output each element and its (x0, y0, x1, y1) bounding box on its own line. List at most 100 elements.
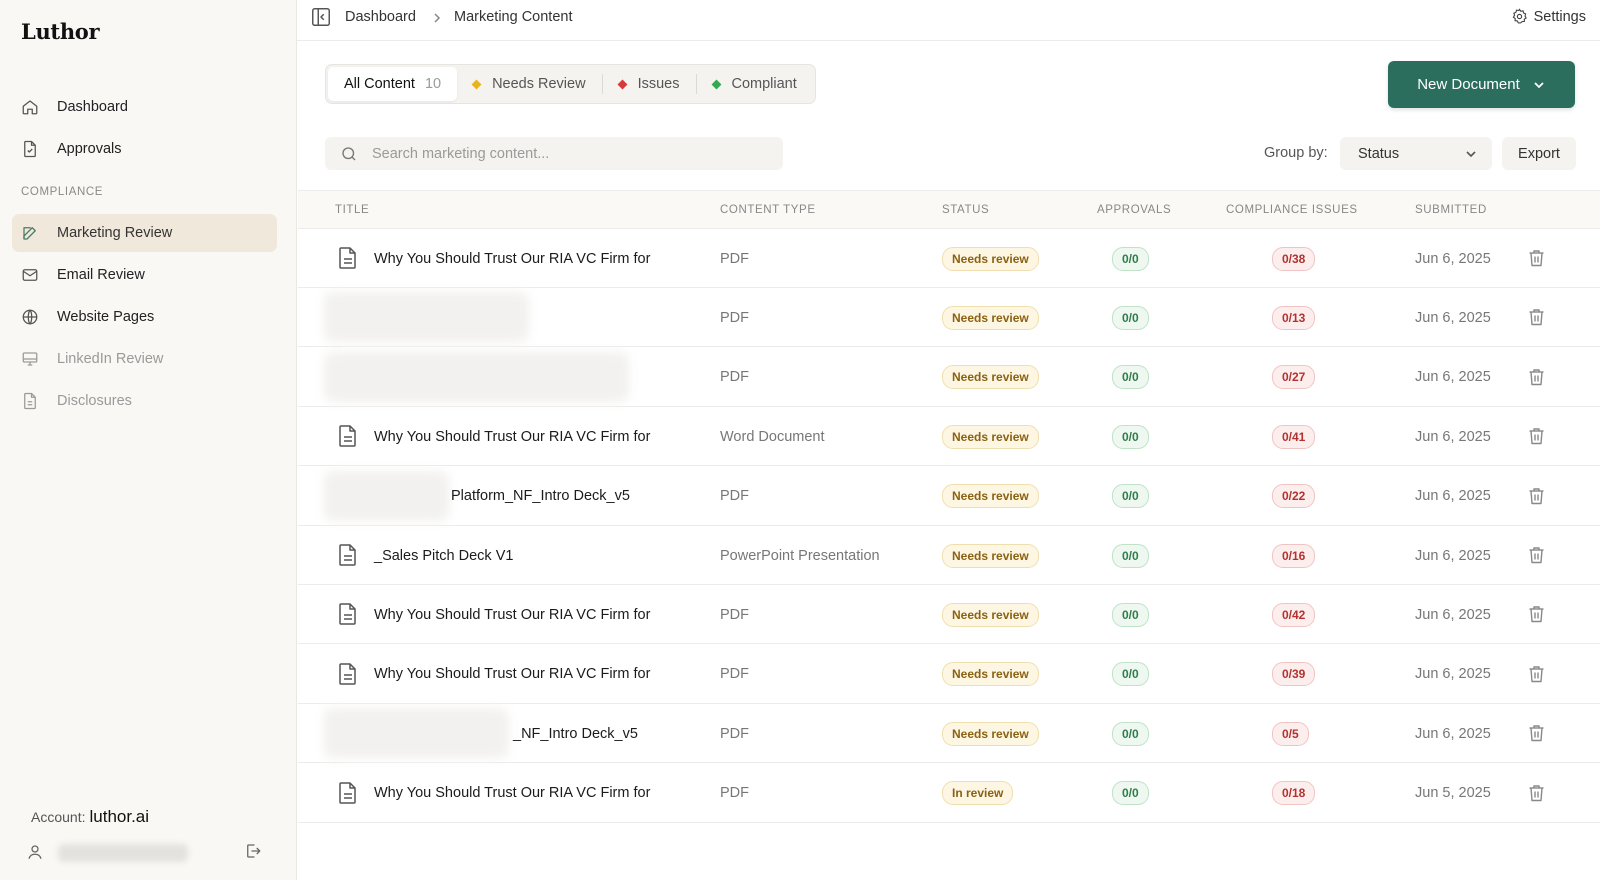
redacted-title (324, 708, 509, 759)
content-type: PDF (720, 309, 749, 326)
table-row[interactable]: _NF_Intro Deck_v5 PDF Needs review 0/0 0/5 Ju… (298, 704, 1600, 764)
table-row[interactable]: Platform_NF_Intro Deck_v5 PDF Needs review… (298, 467, 1600, 526)
submitted-date: Jun 6, 2025 (1415, 666, 1491, 683)
breadcrumb-dashboard[interactable]: Dashboard (345, 9, 416, 25)
compliance-issues-badge: 0/5 (1272, 721, 1309, 746)
sidebar-item-label: Website Pages (57, 309, 155, 325)
submitted-date: Jun 5, 2025 (1415, 785, 1491, 802)
trash-icon[interactable] (1528, 605, 1545, 626)
trash-icon[interactable] (1528, 249, 1545, 270)
group-by-select[interactable]: Status (1340, 137, 1492, 170)
tab-label: All Content (344, 76, 415, 92)
trash-icon[interactable] (1528, 427, 1545, 448)
document-title[interactable]: _Sales Pitch Deck V1 (374, 526, 513, 585)
content-type: PDF (720, 666, 749, 683)
approvals-badge: 0/0 (1112, 662, 1149, 687)
compliance-issues-badge: 0/39 (1272, 662, 1316, 687)
table-row[interactable]: Why You Should Trust Our RIA VC Firm for… (298, 407, 1600, 467)
mail-icon (19, 264, 41, 286)
approvals-badge: 0/0 (1112, 721, 1149, 746)
approvals-badge: 0/0 (1112, 484, 1149, 509)
logout-icon[interactable] (244, 842, 262, 863)
content-type: PDF (720, 785, 749, 802)
tab-needs-review[interactable]: Needs Review (457, 67, 602, 101)
sidebar-item-dashboard[interactable]: Dashboard (12, 88, 277, 126)
submitted-date: Jun 6, 2025 (1415, 547, 1491, 564)
sidebar-item-website-pages[interactable]: Website Pages (12, 298, 277, 336)
status-badge: In review (942, 781, 1014, 806)
table-row[interactable]: PDF Needs review 0/0 0/27 Jun 6, 2025 (298, 348, 1600, 407)
trash-icon[interactable] (1528, 665, 1545, 686)
document-title[interactable]: Why You Should Trust Our RIA VC Firm for (374, 645, 650, 704)
content-type: PDF (720, 725, 749, 742)
sidebar-item-marketing-review[interactable]: Marketing Review (12, 214, 277, 252)
file-icon (338, 247, 358, 272)
search-icon (342, 146, 356, 160)
document-title[interactable]: Why You Should Trust Our RIA VC Firm for (374, 407, 650, 466)
table-row[interactable]: Why You Should Trust Our RIA VC Firm for… (298, 585, 1600, 645)
sidebar-item-email-review[interactable]: Email Review (12, 256, 277, 294)
status-badge: Needs review (942, 543, 1039, 568)
table-row[interactable]: Why You Should Trust Our RIA VC Firm for… (298, 229, 1600, 288)
column-header-title[interactable]: TITLE (335, 204, 369, 216)
chevron-down-icon (1534, 81, 1544, 88)
table-row[interactable]: PDF Needs review 0/0 0/13 Jun 6, 2025 (298, 288, 1600, 348)
trash-icon[interactable] (1528, 487, 1545, 508)
content-type: PDF (720, 250, 749, 267)
monitor-icon (19, 348, 41, 370)
sidebar-toggle-icon[interactable] (310, 6, 332, 31)
status-badge: Needs review (942, 424, 1039, 449)
trash-icon[interactable] (1528, 308, 1545, 329)
sidebar-item-linkedin-review[interactable]: LinkedIn Review (12, 340, 277, 378)
sidebar-item-approvals[interactable]: Approvals (12, 130, 277, 168)
status-badge: Needs review (942, 602, 1039, 627)
document-title[interactable]: _NF_Intro Deck_v5 (513, 704, 638, 763)
settings-button[interactable]: Settings (1511, 8, 1586, 25)
status-badge: Needs review (942, 365, 1039, 390)
trash-icon[interactable] (1528, 784, 1545, 805)
column-header-content-type[interactable]: CONTENT TYPE (720, 204, 816, 216)
red-diamond-icon (617, 79, 628, 89)
compliance-issues-badge: 0/38 (1272, 246, 1316, 271)
section-label-compliance: COMPLIANCE (21, 186, 104, 198)
column-header-submitted[interactable]: SUBMITTED (1415, 204, 1487, 216)
user-row (26, 838, 276, 868)
topbar: Dashboard Marketing Content Settings (297, 0, 1600, 41)
document-title[interactable]: Why You Should Trust Our RIA VC Firm for (374, 585, 650, 644)
new-document-button[interactable]: New Document (1388, 61, 1575, 108)
sidebar-item-label: Marketing Review (57, 225, 173, 241)
search-input[interactable] (372, 145, 752, 162)
table-row[interactable]: _Sales Pitch Deck V1 PowerPoint Presentat… (298, 526, 1600, 585)
trash-icon[interactable] (1528, 368, 1545, 389)
new-document-label: New Document (1417, 76, 1520, 93)
file-icon (338, 544, 358, 569)
content-type: PDF (720, 606, 749, 623)
export-button[interactable]: Export (1502, 137, 1576, 170)
tab-compliant[interactable]: Compliant (697, 67, 813, 101)
tab-issues[interactable]: Issues (603, 67, 696, 101)
approvals-badge: 0/0 (1112, 246, 1149, 271)
approvals-badge: 0/0 (1112, 602, 1149, 627)
sidebar-item-label: Approvals (57, 141, 122, 157)
document-title[interactable]: Why You Should Trust Our RIA VC Firm for (374, 764, 650, 823)
column-header-compliance-issues[interactable]: COMPLIANCE ISSUES (1226, 204, 1358, 216)
compliance-issues-badge: 0/16 (1272, 543, 1316, 568)
sidebar-item-label: Disclosures (57, 393, 132, 409)
trash-icon[interactable] (1528, 546, 1545, 567)
approvals-badge: 0/0 (1112, 365, 1149, 390)
approvals-badge: 0/0 (1112, 543, 1149, 568)
submitted-date: Jun 6, 2025 (1415, 488, 1491, 505)
trash-icon[interactable] (1528, 724, 1545, 745)
document-title[interactable]: Why You Should Trust Our RIA VC Firm for (374, 229, 650, 288)
table-header: TITLE CONTENT TYPE STATUS APPROVALS COMP… (298, 190, 1600, 229)
document-title[interactable]: Platform_NF_Intro Deck_v5 (451, 467, 630, 526)
table-row[interactable]: Why You Should Trust Our RIA VC Firm for… (298, 645, 1600, 704)
table-row[interactable]: Why You Should Trust Our RIA VC Firm for… (298, 764, 1600, 823)
content-type: PDF (720, 369, 749, 386)
column-header-status[interactable]: STATUS (942, 204, 989, 216)
filter-tabs: All Content 10 Needs Review Issues Compli… (325, 64, 816, 104)
tab-all-content[interactable]: All Content 10 (328, 67, 458, 101)
approvals-badge: 0/0 (1112, 781, 1149, 806)
column-header-approvals[interactable]: APPROVALS (1097, 204, 1171, 216)
sidebar-item-disclosures[interactable]: Disclosures (12, 382, 277, 420)
